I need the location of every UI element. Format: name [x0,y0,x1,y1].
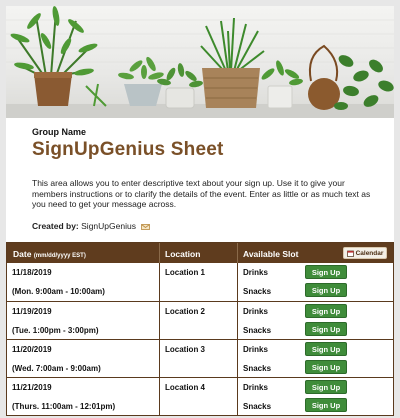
slot-snacks-label: Snacks [243,364,272,373]
plants-banner-image [6,6,394,118]
row-date: 11/21/2019 [12,383,52,392]
page-title: SignUpGenius Sheet [32,139,224,160]
sign-up-drinks-button[interactable]: Sign Up [305,265,347,279]
slot-drinks-label: Drinks [243,307,268,316]
calendar-icon [346,250,354,257]
row-date: 11/18/2019 [12,268,52,277]
slot-snacks-label: Snacks [243,402,272,411]
row-time: (Mon. 9:00am - 10:00am) [12,287,105,296]
table-header: Date (mm/dd/yyyy EST) Location Available… [7,243,393,263]
group-name: Group Name [32,127,87,137]
table-row: 11/20/2019 (Wed. 7:00am - 9:00am) Location… [7,339,393,377]
signup-table: Date (mm/dd/yyyy EST) Location Available… [6,242,394,416]
row-location: Location 4 [165,383,206,392]
calendar-button[interactable]: Calendar [343,247,387,259]
created-by-label: Created by: [32,221,79,231]
table-row: 11/18/2019 (Mon. 9:00am - 10:00am) Locatio… [7,263,393,301]
row-location: Location 1 [165,268,206,277]
slot-column-header: Available Slot [243,249,299,259]
sign-up-drinks-button[interactable]: Sign Up [305,304,347,318]
table-row: 11/19/2019 (Tue. 1:00pm - 3:00pm) Location… [7,301,393,339]
mail-icon[interactable] [141,223,151,230]
row-date: 11/20/2019 [12,345,52,354]
potted-plants-illustration [6,6,394,118]
sign-up-snacks-button[interactable]: Sign Up [305,360,347,374]
row-time: (Thurs. 11:00am - 12:01pm) [12,402,116,411]
slot-drinks-label: Drinks [243,345,268,354]
row-date: 11/19/2019 [12,307,52,316]
created-by-name[interactable]: SignUpGenius [81,221,136,231]
signup-content: Group Name SignUpGenius Sheet This area … [6,118,394,416]
date-column-header: Date (mm/dd/yyyy EST) [13,249,86,259]
row-time: (Wed. 7:00am - 9:00am) [12,364,101,373]
intro-text: This area allows you to enter descriptiv… [32,178,371,209]
row-location: Location 3 [165,345,206,354]
location-column-header: Location [165,249,201,259]
row-time: (Tue. 1:00pm - 3:00pm) [12,326,99,335]
sign-up-drinks-button[interactable]: Sign Up [305,342,347,356]
slot-drinks-label: Drinks [243,383,268,392]
slot-drinks-label: Drinks [243,268,268,277]
sign-up-snacks-button[interactable]: Sign Up [305,283,347,297]
slot-snacks-label: Snacks [243,287,272,296]
sign-up-drinks-button[interactable]: Sign Up [305,380,347,394]
sign-up-snacks-button[interactable]: Sign Up [305,398,347,412]
table-row: 11/21/2019 (Thurs. 11:00am - 12:01pm) Loca… [7,377,393,415]
slot-snacks-label: Snacks [243,326,272,335]
created-by: Created by: SignUpGenius [32,221,151,231]
row-location: Location 2 [165,307,206,316]
sign-up-snacks-button[interactable]: Sign Up [305,322,347,336]
